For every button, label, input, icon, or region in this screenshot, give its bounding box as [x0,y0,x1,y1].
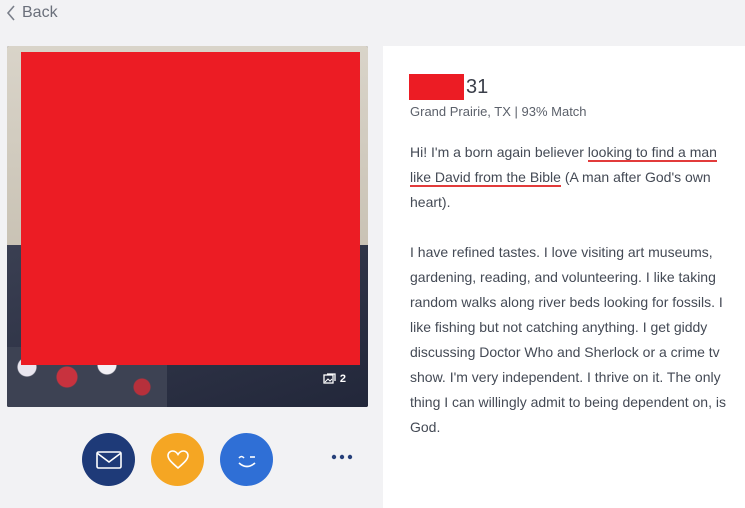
envelope-icon [95,450,122,469]
chevron-left-icon [6,5,15,21]
name-redaction [409,74,464,100]
profile-details-card: 31 Grand Prairie, TX | 93% Match Hi! I'm… [383,46,745,508]
message-button[interactable] [82,433,135,486]
photo-redaction [21,52,360,365]
profile-actions [82,433,289,486]
heart-icon [166,449,189,469]
location-match: Grand Prairie, TX | 93% Match [410,104,587,119]
bio-spacer [410,215,730,240]
photo-count-badge[interactable]: 2 [323,373,346,385]
back-label: Back [22,4,58,21]
profile-page: Back 2 31 Grand Prairie, TX | 93% Match … [0,0,745,508]
wink-icon [237,455,256,467]
wink-button[interactable] [220,433,273,486]
photos-icon [323,373,336,384]
back-button[interactable]: Back [6,4,58,22]
photo-count: 2 [339,373,346,385]
bio-paragraph-2: I have refined tastes. I love visiting a… [410,244,726,435]
name-age-row: 31 [409,74,488,100]
like-button[interactable] [151,433,204,486]
profile-photo[interactable]: 2 [7,46,368,407]
bio-intro: Hi! I'm a born again believer [410,144,588,160]
profile-age: 31 [466,75,489,98]
more-dots-icon[interactable] [331,452,353,462]
profile-bio: Hi! I'm a born again believer looking to… [410,140,730,440]
bio-paragraph-1: Hi! I'm a born again believer looking to… [410,140,730,215]
